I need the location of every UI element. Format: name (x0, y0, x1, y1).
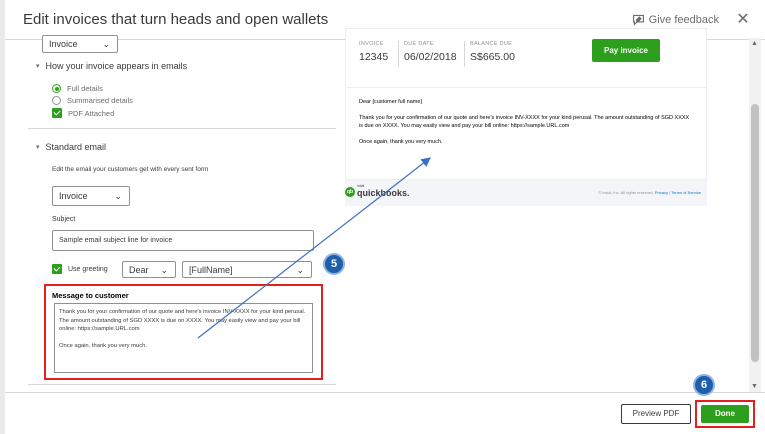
settings-panel: Invoice ⌄ ▾ How your invoice appears in … (28, 35, 338, 392)
option-full-details[interactable]: Full details (52, 84, 103, 93)
done-button[interactable]: Done (701, 405, 749, 423)
quickbooks-wordmark: quickbooks. (357, 188, 410, 198)
email-hint: Edit the email your customers get with e… (52, 166, 209, 173)
appearance-section-title: How your invoice appears in emails (45, 61, 188, 71)
caret-down-icon: ▾ (36, 63, 40, 70)
preview-pdf-button[interactable]: Preview PDF (621, 404, 691, 424)
chevron-down-icon: ⌄ (102, 39, 110, 49)
quickbooks-badge-icon: qb (345, 187, 355, 197)
privacy-link[interactable]: Privacy (655, 190, 668, 195)
scroll-up-icon[interactable]: ▲ (751, 40, 758, 47)
due-date-block: DUE DATE 06/02/2018 (404, 41, 457, 63)
greeting-name-select[interactable]: [FullName] ⌄ (182, 261, 312, 278)
dialog-footer: Preview PDF Done (5, 392, 765, 434)
option-label: PDF Attached (68, 108, 115, 118)
chevron-down-icon: ⌄ (114, 191, 122, 201)
chevron-down-icon: ⌄ (296, 265, 304, 275)
chevron-down-icon: ⌄ (160, 265, 168, 275)
edit-invoices-dialog: Edit invoices that turn heads and open w… (0, 0, 765, 434)
message-label: Message to customer (52, 291, 129, 300)
step-6-badge: 6 (693, 374, 715, 396)
balance-due-value: S$665.00 (470, 51, 515, 63)
email-body: Dear [customer full name] Thank you for … (345, 88, 707, 180)
dialog-title: Edit invoices that turn heads and open w… (23, 11, 329, 28)
greeting-label: Use greeting (68, 265, 108, 273)
message-paragraph: Once again, thank you very much. (59, 342, 147, 349)
form-type-value: Invoice (49, 39, 78, 49)
balance-due-block: BALANCE DUE S$665.00 (470, 41, 515, 63)
copyright-text: © Intuit, Inc. All rights reserved. (598, 190, 654, 195)
invoice-number-value: 12345 (359, 51, 389, 63)
email-closing: Once again, thank you very much. (359, 139, 443, 145)
pay-invoice-button[interactable]: Pay invoice (592, 39, 660, 62)
column-separator (398, 41, 399, 67)
form-type-select[interactable]: Invoice ⌄ (42, 35, 118, 53)
feedback-icon (632, 14, 644, 26)
legal-text: © Intuit, Inc. All rights reserved. Priv… (598, 190, 701, 195)
message-highlight-box: Message to customer Thank you for your c… (44, 284, 323, 380)
message-paragraph: Thank you for your confirmation of our q… (59, 309, 306, 332)
caret-down-icon: ▾ (36, 144, 40, 151)
subject-label: Subject (52, 216, 76, 223)
option-summarised-details[interactable]: Summarised details (52, 96, 133, 105)
due-date-value: 06/02/2018 (404, 51, 457, 63)
step-5-badge: 5 (323, 253, 345, 275)
email-form-select[interactable]: Invoice ⌄ (52, 186, 130, 206)
due-date-label: DUE DATE (404, 41, 434, 47)
option-label: Summarised details (67, 96, 133, 105)
checkbox-use-greeting[interactable] (52, 264, 62, 274)
invoice-summary: INVOICE 12345 DUE DATE 06/02/2018 BALANC… (345, 28, 707, 88)
subject-value: Sample email subject line for invoice (59, 237, 173, 244)
invoice-number-block: INVOICE 12345 (359, 41, 388, 63)
legal-separator: | (669, 190, 671, 195)
balance-due-label: BALANCE DUE (470, 41, 513, 47)
section-divider (28, 128, 336, 129)
column-separator (464, 41, 465, 67)
email-footer: qb intuit quickbooks. © Intuit, Inc. All… (345, 180, 707, 206)
radio-full-details[interactable] (52, 84, 61, 93)
email-form-value: Invoice (59, 191, 88, 201)
greeting-salutation-value: Dear (129, 265, 149, 275)
subject-input[interactable]: Sample email subject line for invoice (52, 230, 314, 251)
invoice-number-label: INVOICE (359, 41, 384, 47)
message-textarea[interactable]: Thank you for your confirmation of our q… (54, 303, 313, 373)
greeting-salutation-select[interactable]: Dear ⌄ (122, 261, 176, 278)
close-icon[interactable]: ✕ (735, 9, 751, 29)
give-feedback-link[interactable]: Give feedback (632, 13, 719, 26)
terms-link[interactable]: Terms of Service (671, 190, 701, 195)
option-label: Full details (67, 84, 103, 93)
radio-summarised-details[interactable] (52, 96, 61, 105)
email-preview: INVOICE 12345 DUE DATE 06/02/2018 BALANC… (345, 28, 707, 213)
option-pdf-attached[interactable]: PDF Attached (52, 108, 114, 118)
section-divider (28, 384, 336, 385)
done-highlight-box: Done (695, 400, 755, 428)
email-section-title: Standard email (45, 142, 107, 152)
scroll-thumb[interactable] (751, 104, 759, 362)
greeting-name-value: [FullName] (189, 265, 233, 275)
quickbooks-logo: qb intuit quickbooks. (345, 184, 410, 198)
email-greeting: Dear [customer full name] (359, 99, 422, 105)
use-greeting-option[interactable]: Use greeting (52, 264, 108, 274)
give-feedback-label: Give feedback (648, 13, 719, 26)
scroll-down-icon[interactable]: ▼ (751, 383, 758, 390)
window-edge (0, 0, 5, 434)
appearance-section-toggle[interactable]: ▾ How your invoice appears in emails (36, 61, 187, 71)
email-section-toggle[interactable]: ▾ Standard email (36, 142, 106, 152)
checkbox-pdf-attached[interactable] (52, 108, 62, 118)
email-message: Thank you for your confirmation of our q… (359, 115, 690, 129)
vertical-scrollbar[interactable]: ▲ ▼ (749, 38, 761, 392)
